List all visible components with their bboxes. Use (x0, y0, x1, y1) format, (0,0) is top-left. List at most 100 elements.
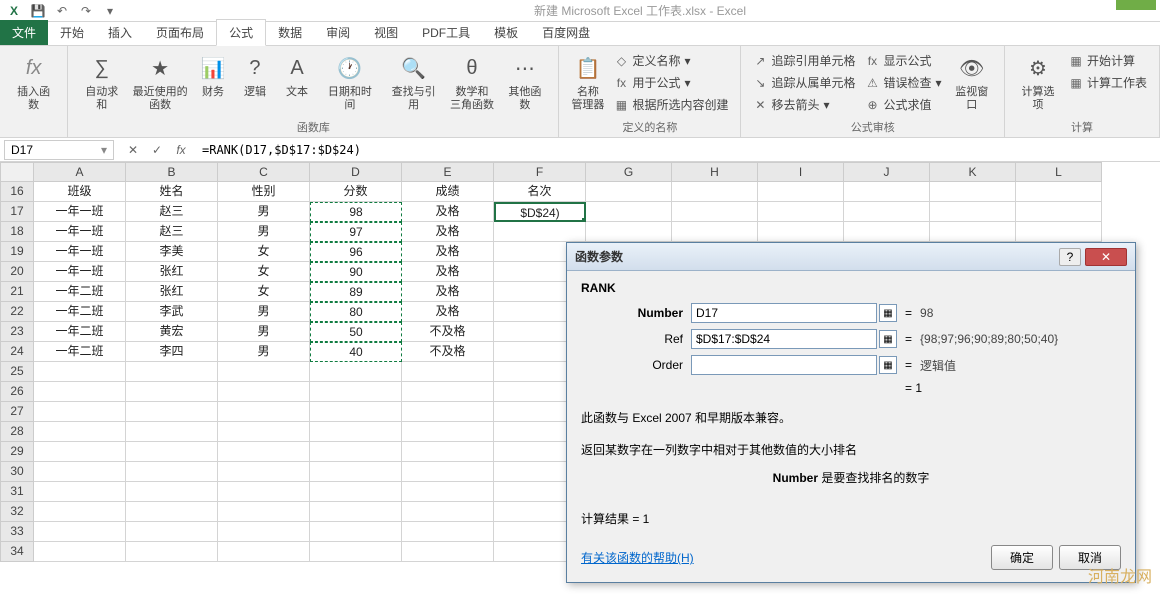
cell[interactable] (402, 482, 494, 502)
error-check-button[interactable]: ⚠错误检查 ▾ (861, 72, 945, 93)
cell[interactable]: 一年二班 (34, 322, 126, 342)
cell[interactable] (34, 482, 126, 502)
tab-8[interactable]: 模板 (482, 20, 530, 45)
cell[interactable] (586, 202, 672, 222)
cell[interactable] (34, 542, 126, 562)
row-header[interactable]: 29 (0, 442, 34, 462)
accept-formula-icon[interactable]: ✓ (148, 143, 166, 157)
param-input[interactable] (691, 303, 877, 323)
cell[interactable]: 一年二班 (34, 282, 126, 302)
column-header[interactable]: G (586, 162, 672, 182)
cell[interactable]: 及格 (402, 242, 494, 262)
tab-6[interactable]: 视图 (362, 20, 410, 45)
cell[interactable] (218, 422, 310, 442)
cell[interactable] (126, 442, 218, 462)
cell[interactable] (218, 362, 310, 382)
cell[interactable]: 女 (218, 242, 310, 262)
tab-7[interactable]: PDF工具 (410, 20, 482, 45)
lookup-button[interactable]: 🔍查找与引用 (383, 50, 445, 114)
cell[interactable] (126, 422, 218, 442)
cancel-formula-icon[interactable]: ✕ (124, 143, 142, 157)
cell[interactable] (930, 202, 1016, 222)
cell[interactable] (34, 502, 126, 522)
range-picker-icon[interactable]: ▦ (879, 304, 897, 322)
cell[interactable] (494, 222, 586, 242)
cell[interactable] (34, 522, 126, 542)
cell[interactable] (34, 362, 126, 382)
column-header[interactable]: K (930, 162, 1016, 182)
row-header[interactable]: 27 (0, 402, 34, 422)
tab-3[interactable]: 公式 (216, 19, 266, 46)
column-header[interactable]: L (1016, 162, 1102, 182)
cell[interactable] (1016, 222, 1102, 242)
cell[interactable] (218, 462, 310, 482)
cell[interactable]: 及格 (402, 282, 494, 302)
cell[interactable]: 男 (218, 322, 310, 342)
remove-arrows-button[interactable]: ✕移去箭头 ▾ (749, 94, 859, 115)
cell[interactable] (126, 502, 218, 522)
select-all-corner[interactable] (0, 162, 34, 182)
row-header[interactable]: 32 (0, 502, 34, 522)
cell[interactable] (402, 502, 494, 522)
cell[interactable]: 一年二班 (34, 302, 126, 322)
cell[interactable]: 男 (218, 302, 310, 322)
cell[interactable] (126, 382, 218, 402)
logical-button[interactable]: ?逻辑 (235, 50, 275, 101)
use-in-formula-button[interactable]: fx用于公式 ▾ (610, 72, 732, 93)
cell[interactable] (844, 182, 930, 202)
chevron-down-icon[interactable]: ▾ (101, 143, 107, 157)
cell[interactable] (310, 422, 402, 442)
dialog-help-button[interactable]: ? (1059, 248, 1081, 266)
range-picker-icon[interactable]: ▦ (879, 356, 897, 374)
cell[interactable]: 80 (310, 302, 402, 322)
cell[interactable] (402, 402, 494, 422)
cell[interactable] (672, 222, 758, 242)
cell[interactable]: 及格 (402, 262, 494, 282)
cell[interactable] (34, 462, 126, 482)
cell[interactable]: 姓名 (126, 182, 218, 202)
cell[interactable]: 及格 (402, 222, 494, 242)
cell[interactable]: 李武 (126, 302, 218, 322)
row-header[interactable]: 19 (0, 242, 34, 262)
cell[interactable] (126, 482, 218, 502)
cell[interactable]: 98 (310, 202, 402, 222)
tab-file[interactable]: 文件 (0, 20, 48, 45)
cell[interactable]: 男 (218, 222, 310, 242)
cell[interactable] (218, 542, 310, 562)
cell[interactable] (402, 522, 494, 542)
row-header[interactable]: 21 (0, 282, 34, 302)
cell[interactable] (126, 402, 218, 422)
tab-2[interactable]: 页面布局 (144, 20, 216, 45)
cell[interactable] (1016, 182, 1102, 202)
cell[interactable] (586, 222, 672, 242)
column-header[interactable]: J (844, 162, 930, 182)
cell[interactable]: 40 (310, 342, 402, 362)
tab-4[interactable]: 数据 (266, 20, 314, 45)
row-header[interactable]: 16 (0, 182, 34, 202)
cell[interactable]: $D$24) (494, 202, 586, 222)
cell[interactable]: 及格 (402, 302, 494, 322)
cell[interactable] (218, 382, 310, 402)
cell[interactable] (34, 402, 126, 422)
cell[interactable] (34, 442, 126, 462)
function-help-link[interactable]: 有关该函数的帮助(H) (581, 549, 694, 566)
define-name-button[interactable]: ◇定义名称 ▾ (610, 50, 732, 71)
column-header[interactable]: I (758, 162, 844, 182)
cell[interactable] (844, 222, 930, 242)
calc-options-button[interactable]: ⚙计算选项 (1013, 50, 1063, 114)
cell[interactable]: 成绩 (402, 182, 494, 202)
row-header[interactable]: 31 (0, 482, 34, 502)
cell[interactable]: 一年一班 (34, 202, 126, 222)
cell[interactable] (126, 522, 218, 542)
column-header[interactable]: C (218, 162, 310, 182)
row-header[interactable]: 30 (0, 462, 34, 482)
cell[interactable] (218, 482, 310, 502)
cell[interactable]: 男 (218, 342, 310, 362)
cell[interactable]: 及格 (402, 202, 494, 222)
cell[interactable]: 名次 (494, 182, 586, 202)
cell[interactable] (758, 182, 844, 202)
cell[interactable] (310, 542, 402, 562)
qat-dropdown-icon[interactable]: ▾ (102, 3, 118, 19)
cell[interactable]: 一年一班 (34, 262, 126, 282)
cell[interactable] (218, 442, 310, 462)
